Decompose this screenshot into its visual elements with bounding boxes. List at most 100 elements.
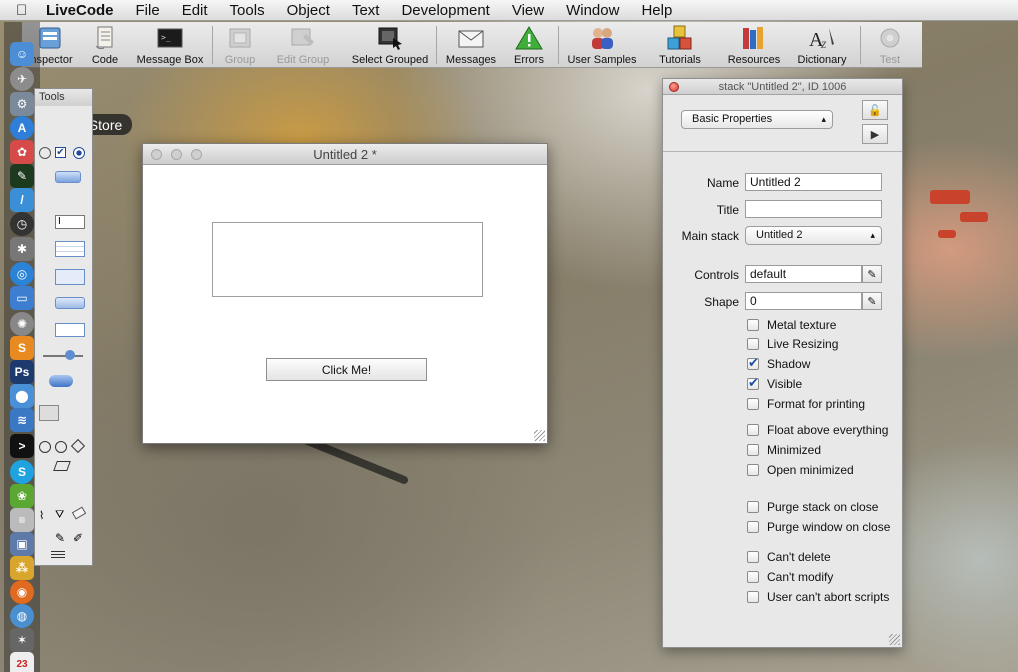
message-box-button[interactable]: >_ Message Box [134, 24, 206, 66]
system-preferences-icon[interactable]: ⚙ [10, 92, 34, 116]
polygon-tool[interactable] [53, 461, 71, 471]
radio-selected-tool[interactable] [73, 147, 85, 159]
image-tool[interactable] [39, 405, 59, 421]
evernote-elephant-icon[interactable]: ❀ [10, 484, 34, 508]
menu-text[interactable]: Text [352, 2, 380, 19]
inspector-close-button[interactable] [669, 82, 679, 92]
layers-icon[interactable]: ≋ [10, 408, 34, 432]
finder-icon[interactable]: ☺ [10, 42, 34, 66]
star-app-icon[interactable]: ✶ [10, 628, 34, 652]
checkbox-format-for-printing[interactable]: Format for printing [747, 397, 865, 411]
text-field[interactable] [212, 222, 483, 297]
pencil-tool[interactable]: ✎ [55, 531, 65, 545]
checkbox-purge-stack-on-close[interactable]: Purge stack on close [747, 500, 878, 514]
edit-group-button[interactable]: Edit Group [270, 24, 336, 66]
code-button[interactable]: Code [80, 24, 130, 66]
inspector-resize-grip[interactable] [889, 634, 900, 645]
property-section-popup[interactable]: Basic Properties ▴ [681, 110, 833, 129]
messages-button[interactable]: Messages [442, 24, 500, 66]
spray-tool[interactable]: ⌇ [39, 509, 44, 522]
window-zoom-button[interactable] [191, 149, 202, 160]
inspector-titlebar[interactable]: stack "Untitled 2", ID 1006 [663, 79, 902, 95]
finder-window-icon[interactable]: ▭ [10, 286, 34, 310]
checkbox-tool[interactable]: ✔ [55, 147, 66, 158]
menu-livecode[interactable]: LiveCode [46, 2, 114, 19]
clock-icon[interactable]: ◷ [10, 212, 34, 236]
checkbox-shadow[interactable]: Shadow [747, 355, 810, 371]
launchpad-icon[interactable]: ✈ [10, 67, 34, 91]
photoshop-icon[interactable]: Ps [10, 360, 34, 384]
menu-help[interactable]: Help [641, 2, 672, 19]
checkbox-user-cant-abort-scripts[interactable]: User can't abort scripts [747, 590, 889, 604]
network-icon[interactable]: ✱ [10, 237, 34, 261]
checkbox-open-minimized[interactable]: Open minimized [747, 463, 854, 477]
circle-tool[interactable] [55, 441, 67, 453]
livecode-dock-icon[interactable]: ⁂ [10, 556, 34, 580]
menu-window[interactable]: Window [566, 2, 619, 19]
oval-tool[interactable] [39, 441, 51, 453]
globe-icon[interactable]: ◍ [10, 604, 34, 628]
window-minimize-button[interactable] [171, 149, 182, 160]
bucket-tool[interactable]: ⛛ [55, 509, 64, 522]
brush-tool[interactable]: ✐ [73, 531, 83, 545]
app-store-icon[interactable]: A [10, 116, 34, 140]
title-field[interactable] [745, 200, 882, 218]
menu-tools[interactable]: Tools [230, 2, 265, 19]
checkbox-float-above-everything[interactable]: Float above everything [747, 423, 888, 437]
table-field-tool[interactable] [55, 241, 85, 257]
sublime-icon[interactable]: S [10, 336, 34, 360]
resources-button[interactable]: Resources [724, 24, 784, 66]
slider-tool[interactable] [43, 355, 83, 357]
play-button[interactable]: ▶ [862, 124, 888, 144]
checkbox-cant-modify[interactable]: Can't modify [747, 570, 833, 584]
checkbox-minimized[interactable]: Minimized [747, 443, 821, 457]
calendar-icon[interactable]: 23 [10, 652, 34, 672]
firefox-icon[interactable]: ◉ [10, 580, 34, 604]
user-samples-button[interactable]: User Samples [564, 24, 640, 66]
main-stack-popup[interactable]: Untitled 2 ▴ [745, 226, 882, 245]
diamond-tool[interactable] [70, 438, 86, 454]
errors-button[interactable]: Errors [504, 24, 554, 66]
notes-icon[interactable]: ≡ [10, 508, 34, 532]
menu-file[interactable]: File [136, 2, 160, 19]
checkbox-visible[interactable]: Visible [747, 375, 802, 391]
settings-wheel-icon[interactable]: ✺ [10, 312, 34, 336]
lock-button[interactable]: 🔓 [862, 100, 888, 120]
controls-field[interactable]: default [745, 265, 862, 283]
shape-field[interactable]: 0 [745, 292, 862, 310]
terminal-icon[interactable]: > [10, 434, 34, 458]
test-button[interactable]: Test [870, 24, 910, 66]
combo-box-tool[interactable] [55, 323, 85, 337]
eraser-tool[interactable] [71, 506, 87, 520]
resize-grip[interactable] [534, 430, 545, 441]
app-icon[interactable]: ⬤ [10, 384, 34, 408]
checkbox-purge-window-on-close[interactable]: Purge window on close [747, 520, 890, 534]
photo-app-icon[interactable]: ✿ [10, 140, 34, 164]
field-tool[interactable]: I [55, 215, 85, 229]
checkbox-live-resizing[interactable]: Live Resizing [747, 337, 838, 351]
apple-menu-icon[interactable]:  [16, 2, 32, 19]
checkbox-cant-delete[interactable]: Can't delete [747, 550, 831, 564]
scrollbar-tool[interactable] [49, 375, 73, 387]
line-style-tool[interactable] [51, 551, 65, 559]
window-close-button[interactable] [151, 149, 162, 160]
pushbutton-tool[interactable] [55, 171, 81, 183]
list-field-tool[interactable] [55, 269, 85, 285]
popup-menu-tool[interactable] [55, 297, 85, 309]
menu-development[interactable]: Development [401, 2, 489, 19]
checkbox-metal-texture[interactable]: Metal texture [747, 318, 836, 332]
select-grouped-button[interactable]: Select Grouped [348, 24, 432, 66]
stack-window-titlebar[interactable]: Untitled 2 * [143, 144, 547, 165]
menu-view[interactable]: View [512, 2, 544, 19]
group-button[interactable]: Group [217, 24, 263, 66]
shape-wand-button[interactable]: ✎ [862, 292, 882, 310]
preview-icon[interactable]: ▣ [10, 532, 34, 556]
controls-wand-button[interactable]: ✎ [862, 265, 882, 283]
safari-icon[interactable]: ◎ [10, 262, 34, 286]
dictionary-button[interactable]: Az Dictionary [792, 24, 852, 66]
evernote-icon[interactable]: ✎ [10, 164, 34, 188]
skype-icon[interactable]: S [10, 460, 34, 484]
menu-edit[interactable]: Edit [182, 2, 208, 19]
name-field[interactable]: Untitled 2 [745, 173, 882, 191]
menu-object[interactable]: Object [287, 2, 330, 19]
